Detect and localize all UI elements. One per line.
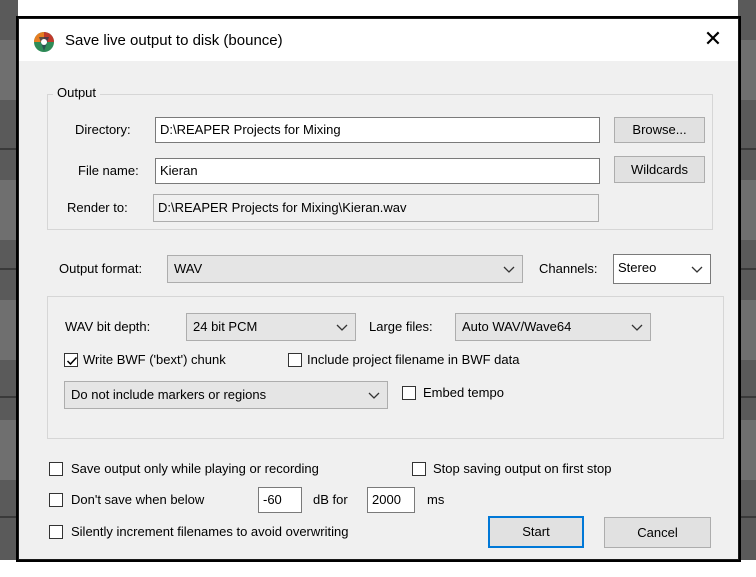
close-icon[interactable]: ✕ [691,23,735,57]
silently-increment-checkbox[interactable] [49,525,63,539]
embed-tempo-checkbox[interactable] [402,386,416,400]
large-files-label: Large files: [369,319,433,334]
arrange-bottom [0,560,756,577]
bit-depth-value: 24 bit PCM [193,319,258,334]
db-for-label: dB for [313,492,348,507]
output-format-select[interactable]: WAV [167,255,523,283]
bounce-dialog: Save live output to disk (bounce) ✕ Outp… [18,18,739,560]
reaper-logo-icon [33,31,55,53]
render-to-label: Render to: [67,200,128,215]
output-group-label: Output [53,85,101,100]
stop-saving-checkbox[interactable] [412,462,426,476]
bit-depth-select[interactable]: 24 bit PCM [186,313,356,341]
output-format-label: Output format: [59,261,143,276]
dont-save-checkbox[interactable] [49,493,63,507]
stop-saving-label[interactable]: Stop saving output on first stop [433,461,612,476]
cancel-button[interactable]: Cancel [604,517,711,548]
start-button[interactable]: Start [488,516,584,548]
markers-select[interactable]: Do not include markers or regions [64,381,388,409]
save-only-playing-label[interactable]: Save output only while playing or record… [71,461,319,476]
markers-value: Do not include markers or regions [71,387,267,402]
filename-input[interactable]: Kieran [155,158,600,184]
embed-tempo-label[interactable]: Embed tempo [423,385,504,400]
channels-select[interactable]: Stereo [613,254,711,284]
checkmark-icon [66,356,78,366]
directory-input[interactable]: D:\REAPER Projects for Mixing [155,117,600,143]
output-format-value: WAV [174,261,203,276]
save-only-playing-checkbox[interactable] [49,462,63,476]
filename-label: File name: [78,163,139,178]
dialog-title: Save live output to disk (bounce) [65,32,283,49]
ms-label: ms [427,492,445,507]
chevron-down-icon [502,256,516,282]
duration-input[interactable]: 2000 [367,487,415,513]
title-bar[interactable]: Save live output to disk (bounce) ✕ [19,19,738,61]
include-project-checkbox[interactable] [288,353,302,367]
bit-depth-label: WAV bit depth: [65,319,151,334]
chevron-down-icon [630,314,644,340]
directory-label: Directory: [75,122,131,137]
chevron-down-icon [690,255,704,283]
wildcards-button[interactable]: Wildcards [614,156,705,183]
chevron-down-icon [367,382,381,408]
include-project-label[interactable]: Include project filename in BWF data [307,352,519,367]
silently-increment-label[interactable]: Silently increment filenames to avoid ov… [71,524,348,539]
channels-label: Channels: [539,261,598,276]
channels-value: Stereo [618,260,657,275]
large-files-select[interactable]: Auto WAV/Wave64 [455,313,651,341]
browse-button[interactable]: Browse... [614,117,705,143]
dont-save-label[interactable]: Don't save when below [71,492,204,507]
chevron-down-icon [335,314,349,340]
write-bwf-checkbox[interactable] [64,353,78,367]
render-to-path: D:\REAPER Projects for Mixing\Kieran.wav [153,194,599,222]
write-bwf-label[interactable]: Write BWF ('bext') chunk [83,352,226,367]
large-files-value: Auto WAV/Wave64 [462,319,572,334]
threshold-input[interactable]: -60 [258,487,302,513]
